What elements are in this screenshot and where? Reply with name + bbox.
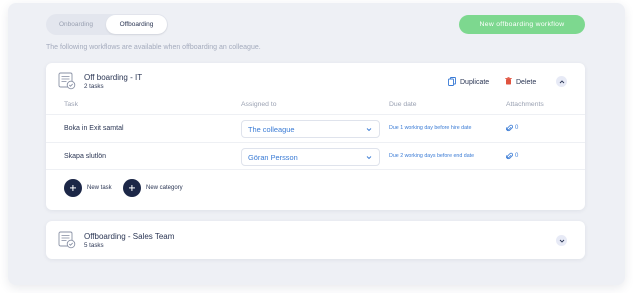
checklist-icon: [58, 72, 76, 90]
new-category-label: New category: [146, 185, 183, 191]
task-row: Boka in Exit samtal The colleague Due 1 …: [46, 114, 585, 142]
task-name: Skapa slutlön: [64, 153, 107, 160]
attachments-link[interactable]: 0: [506, 124, 518, 132]
chevron-down-icon: [366, 156, 372, 160]
new-category-button[interactable]: New category: [123, 179, 183, 197]
chevron-down-icon: [559, 239, 564, 243]
duplicate-button[interactable]: Duplicate: [448, 76, 489, 88]
chevron-down-icon: [366, 128, 372, 132]
workflow-type-tabs: Onboarding Offboarding: [46, 14, 168, 35]
attachments-link[interactable]: 0: [506, 152, 518, 160]
assignee-select[interactable]: Göran Persson: [241, 148, 380, 166]
due-date-link[interactable]: Due 1 working day before hire date: [389, 125, 471, 131]
new-task-button[interactable]: New task: [64, 179, 112, 197]
collapse-button[interactable]: [556, 76, 567, 87]
chevron-up-icon: [559, 79, 564, 83]
task-row: Skapa slutlön Göran Persson Due 2 workin…: [46, 142, 585, 170]
column-header-assigned-to: Assigned to: [241, 101, 277, 108]
new-task-label: New task: [87, 185, 112, 191]
plus-icon: [64, 179, 82, 197]
new-offboarding-workflow-button[interactable]: New offboarding workflow: [459, 15, 585, 34]
attachments-count: 0: [515, 153, 519, 159]
due-date-link[interactable]: Due 2 working days before end date: [389, 153, 474, 159]
delete-button[interactable]: Delete: [505, 76, 536, 88]
workflow-title: Offboarding - Sales Team: [84, 232, 175, 241]
duplicate-label: Duplicate: [460, 78, 490, 86]
workflow-card-it: Off boarding - IT 2 tasks Duplicate Dele…: [46, 63, 585, 210]
expand-button[interactable]: [556, 235, 567, 246]
task-name: Boka in Exit samtal: [64, 125, 124, 132]
trash-icon: [505, 77, 512, 87]
assignee-value: Göran Persson: [248, 153, 298, 162]
duplicate-icon: [448, 76, 456, 88]
paperclip-icon: [506, 152, 513, 160]
tab-offboarding[interactable]: Offboarding: [106, 15, 167, 34]
assignee-select[interactable]: The colleague: [241, 120, 380, 138]
workflow-task-count: 5 tasks: [84, 242, 104, 249]
workflow-title: Off boarding - IT: [84, 73, 143, 82]
delete-label: Delete: [516, 78, 537, 86]
assignee-value: The colleague: [248, 125, 295, 134]
checklist-icon: [58, 231, 76, 249]
column-header-attachments: Attachments: [506, 101, 544, 108]
workflow-task-count: 2 tasks: [84, 83, 104, 90]
attachments-count: 0: [515, 125, 519, 131]
plus-icon: [123, 179, 141, 197]
column-header-task: Task: [64, 101, 78, 108]
paperclip-icon: [506, 124, 513, 132]
intro-text: The following workflows are available wh…: [46, 44, 261, 51]
column-header-due-date: Due date: [389, 101, 417, 108]
workflow-card-sales[interactable]: Offboarding - Sales Team 5 tasks: [46, 221, 585, 259]
tab-onboarding[interactable]: Onboarding: [47, 15, 105, 34]
